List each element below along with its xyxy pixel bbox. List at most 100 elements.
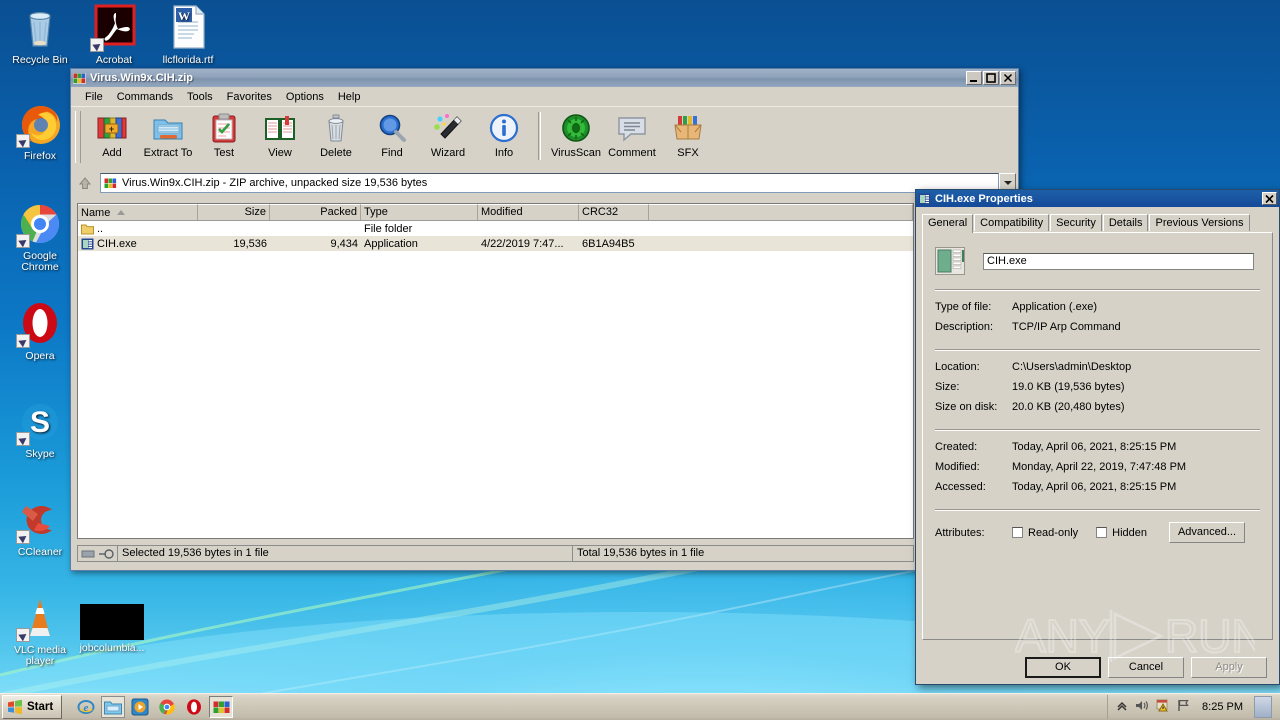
toolbar-button-virusscan[interactable]: VirusScan [548, 109, 604, 159]
column-header-crc32[interactable]: CRC32 [579, 204, 649, 220]
action-center-button[interactable] [1156, 699, 1170, 715]
attributes-label: Attributes: [935, 526, 985, 539]
flag-warning-icon [1156, 699, 1168, 712]
taskbar-item-file-explorer[interactable] [101, 696, 126, 718]
column-header-packed[interactable]: Packed [270, 204, 361, 220]
shortcut-overlay-icon [90, 38, 104, 52]
property-key: Size on disk: [935, 401, 998, 413]
archive-file-list[interactable]: Name Size Packed Type Modified CRC32 .. … [77, 203, 914, 539]
desktop-icon-label: VLC media player [14, 644, 66, 667]
system-tray[interactable]: 8:25 PM [1107, 695, 1280, 719]
menu-tools[interactable]: Tools [180, 89, 220, 105]
menu-file[interactable]: File [78, 89, 110, 105]
toolbar-grip[interactable] [75, 111, 81, 163]
desktop-icon-jobcolumbia[interactable]: jobcolumbia... [76, 604, 148, 654]
property-key: Type of file: [935, 301, 992, 313]
skype-icon: S [16, 398, 64, 446]
toolbar-button-comment[interactable]: Comment [604, 109, 660, 159]
file-list-header[interactable]: Name Size Packed Type Modified CRC32 [78, 204, 913, 221]
property-key: Accessed: [935, 481, 986, 493]
desktop-icon-llcflorida-rtf[interactable]: W llcflorida.rtf [152, 4, 224, 66]
toolbar-button-delete[interactable]: Delete [308, 109, 364, 159]
taskbar-item-winrar[interactable] [209, 696, 234, 718]
column-header-size[interactable]: Size [198, 204, 270, 220]
taskbar-item-chrome[interactable] [155, 696, 179, 718]
minimize-button[interactable] [966, 71, 982, 85]
ok-button[interactable]: OK [1025, 657, 1101, 678]
toolbar-label: Info [494, 147, 514, 159]
chrome-icon [159, 699, 175, 715]
tab-general[interactable]: General [922, 214, 974, 233]
quick-launch-bar[interactable]: e [74, 696, 234, 718]
close-button[interactable] [1262, 192, 1277, 205]
opera-icon [187, 699, 202, 715]
desktop-icon-acrobat[interactable]: Acrobat [78, 4, 150, 66]
toolbar-label: Wizard [430, 147, 466, 159]
network-button[interactable] [1177, 699, 1191, 715]
taskbar[interactable]: Start e 8:25 PM [0, 693, 1280, 720]
winrar-address-bar[interactable]: Virus.Win9x.CIH.zip - ZIP archive, unpac… [71, 171, 1018, 195]
property-key: Size: [935, 381, 960, 393]
hidden-checkbox[interactable] [1096, 527, 1108, 538]
toolbar-button-add[interactable]: + Add [84, 109, 140, 159]
menu-favorites[interactable]: Favorites [220, 89, 279, 105]
advanced-button[interactable]: Advanced... [1169, 522, 1245, 543]
toolbar-button-info[interactable]: Info [476, 109, 532, 159]
winrar-title-text: Virus.Win9x.CIH.zip [90, 72, 193, 84]
tab-previous-versions[interactable]: Previous Versions [1149, 214, 1250, 231]
desktop-icon-label: Acrobat [95, 54, 133, 66]
taskbar-item-media-player[interactable] [128, 696, 152, 718]
toolbar-button-test[interactable]: Test [196, 109, 252, 159]
menu-options[interactable]: Options [279, 89, 331, 105]
filename-field[interactable]: CIH.exe [983, 252, 1254, 270]
maximize-button[interactable] [983, 71, 999, 85]
winrar-title-bar[interactable]: Virus.Win9x.CIH.zip [71, 69, 1018, 87]
winrar-menubar[interactable]: File Commands Tools Favorites Options He… [71, 87, 1018, 106]
menu-commands[interactable]: Commands [110, 89, 180, 105]
column-header-name[interactable]: Name [78, 204, 198, 220]
file-properties-dialog[interactable]: CIH.exe Properties General Compatibility… [915, 189, 1280, 685]
desktop-icon-label: Google Chrome [21, 250, 59, 273]
menu-help[interactable]: Help [331, 89, 368, 105]
read-only-checkbox[interactable] [1012, 527, 1023, 538]
column-header-type[interactable]: Type [361, 204, 478, 220]
column-header-modified[interactable]: Modified [478, 204, 579, 220]
desktop-icon-google-chrome[interactable]: Google Chrome [4, 200, 76, 273]
toolbar-button-view[interactable]: View [252, 109, 308, 159]
desktop-icon-vlc-media-player[interactable]: VLC media player [4, 594, 76, 667]
winrar-toolbar[interactable]: + Add Extract To Test View Delete Find W… [71, 106, 1018, 171]
close-button[interactable] [1000, 71, 1016, 85]
cancel-button[interactable]: Cancel [1108, 657, 1184, 678]
table-row[interactable]: CIH.exe 19,536 9,434 Application 4/22/20… [78, 236, 913, 251]
up-one-level-button[interactable] [73, 173, 97, 194]
show-hidden-icons-button[interactable] [1116, 700, 1128, 715]
tab-security[interactable]: Security [1050, 214, 1102, 231]
file-name-text: CIH.exe [97, 237, 137, 250]
properties-tab-strip[interactable]: General Compatibility Security Details P… [916, 207, 1279, 233]
toolbar-separator [538, 112, 541, 160]
volume-button[interactable] [1135, 699, 1149, 715]
vlc-icon [16, 594, 64, 642]
tab-details[interactable]: Details [1102, 214, 1149, 231]
property-value: Today, April 06, 2021, 8:25:15 PM [1012, 441, 1177, 453]
winrar-window[interactable]: Virus.Win9x.CIH.zip File Commands Tools … [70, 68, 1019, 571]
desktop-icon-recycle-bin[interactable]: Recycle Bin [4, 4, 76, 66]
toolbar-button-extract-to[interactable]: Extract To [140, 109, 196, 159]
properties-title-bar[interactable]: CIH.exe Properties [916, 190, 1279, 207]
toolbar-button-sfx[interactable]: SFX [660, 109, 716, 159]
archive-path-field[interactable]: Virus.Win9x.CIH.zip - ZIP archive, unpac… [100, 173, 999, 193]
toolbar-button-wizard[interactable]: Wizard [420, 109, 476, 159]
toolbar-button-find[interactable]: Find [364, 109, 420, 159]
property-row-size-on-disk: Size on disk: 20.0 KB (20,480 bytes) [923, 395, 1272, 415]
start-button[interactable]: Start [2, 695, 63, 719]
show-desktop-button[interactable] [1254, 696, 1272, 718]
desktop-icon-skype[interactable]: S Skype [4, 398, 76, 460]
taskbar-clock[interactable]: 8:25 PM [1198, 701, 1247, 713]
taskbar-item-opera[interactable] [182, 696, 206, 718]
desktop-icon-opera[interactable]: Opera [4, 300, 76, 362]
taskbar-item-internet-explorer[interactable]: e [74, 696, 98, 718]
desktop-icon-firefox[interactable]: Firefox [4, 100, 76, 162]
table-row[interactable]: .. File folder [78, 221, 913, 236]
desktop-icon-ccleaner[interactable]: CCleaner [4, 496, 76, 558]
tab-compatibility[interactable]: Compatibility [974, 214, 1050, 231]
